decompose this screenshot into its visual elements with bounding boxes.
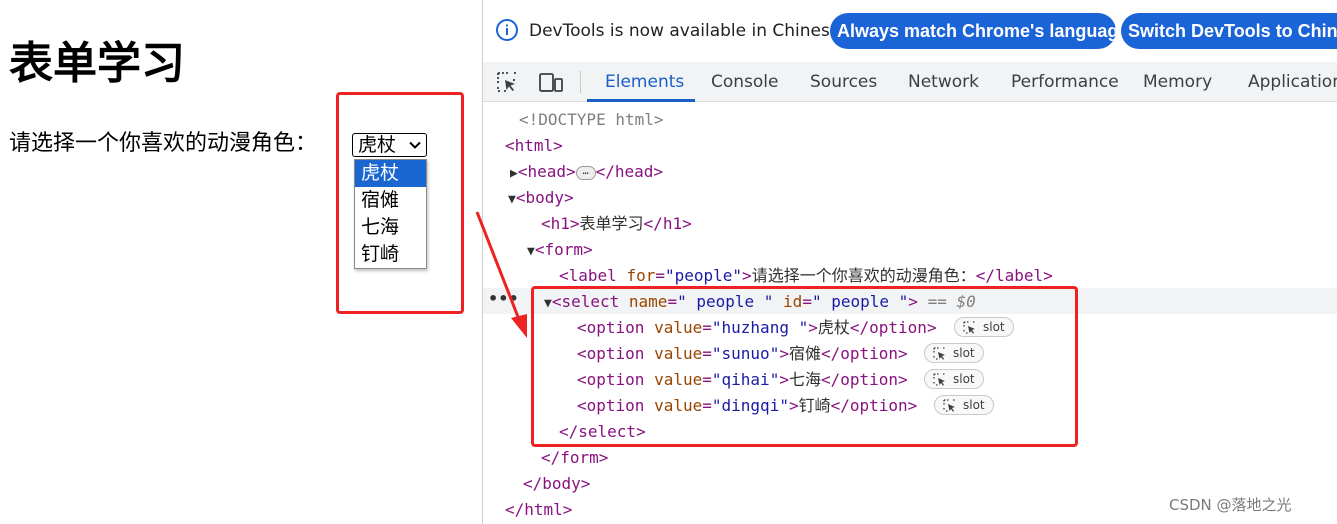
elements-dom-tree: ••• <!DOCTYPE html> <html> ▶<head>… </hea…	[483, 102, 1337, 524]
slot-badge[interactable]: slot	[924, 343, 984, 363]
watermark: CSDN @落地之光	[1169, 496, 1292, 514]
expand-arrow-icon[interactable]: ▶	[510, 166, 518, 181]
dom-node-head[interactable]: ▶<head>… </head>	[510, 159, 663, 185]
tab-separator	[580, 71, 581, 93]
dropdown-option[interactable]: 宿傩	[355, 187, 426, 214]
dom-node-html[interactable]: <html>	[505, 133, 563, 159]
collapsed-ellipsis-icon[interactable]: …	[575, 165, 596, 180]
dropdown-option[interactable]: 虎杖	[355, 160, 426, 187]
slot-badge[interactable]: slot	[924, 369, 984, 389]
page-title: 表单学习	[9, 38, 185, 89]
slot-badge[interactable]: slot	[954, 317, 1014, 337]
language-infobar: DevTools is now available in Chinese! Al…	[483, 0, 1337, 62]
info-icon	[496, 19, 518, 41]
always-match-language-button[interactable]: Always match Chrome's language	[830, 13, 1116, 49]
tab-network[interactable]: Network	[908, 62, 979, 102]
select-dropdown-list: 虎杖 宿傩 七海 钉崎	[354, 159, 427, 269]
devtools-panel: DevTools is now available in Chinese! Al…	[482, 0, 1337, 524]
people-label: 请选择一个你喜欢的动漫角色：	[9, 131, 318, 156]
inspect-element-icon[interactable]	[496, 71, 518, 93]
dom-node-form-close[interactable]: </form>	[541, 445, 608, 471]
tab-application[interactable]: Application	[1248, 62, 1337, 102]
slot-reveal-icon	[933, 373, 945, 386]
dom-node-h1[interactable]: <h1>表单学习</h1>	[541, 211, 692, 237]
dom-node-select-close[interactable]: </select>	[559, 419, 646, 445]
node-menu-icon[interactable]: •••	[488, 288, 519, 310]
rendered-page: 表单学习 请选择一个你喜欢的动漫角色： 虎杖 虎杖 宿傩 七海 钉崎	[0, 0, 482, 524]
dom-node-form[interactable]: ▼<form>	[527, 237, 593, 263]
dom-node-select[interactable]: ▼<select name=" people " id=" people "> …	[544, 289, 976, 315]
tab-performance[interactable]: Performance	[1011, 62, 1119, 102]
tab-console[interactable]: Console	[711, 62, 779, 102]
collapse-arrow-icon[interactable]: ▼	[527, 244, 535, 259]
chevron-down-icon	[409, 141, 421, 149]
dom-node-option[interactable]: <option value="dingqi">钉崎</option>	[577, 393, 917, 419]
slot-reveal-icon	[943, 399, 955, 412]
collapse-arrow-icon[interactable]: ▼	[544, 296, 552, 311]
collapse-arrow-icon[interactable]: ▼	[508, 192, 516, 207]
dom-node-option[interactable]: <option value="qihai">七海</option>	[577, 367, 908, 393]
dropdown-option[interactable]: 七海	[355, 214, 426, 241]
dom-node-body-close[interactable]: </body>	[523, 471, 590, 497]
dropdown-option[interactable]: 钉崎	[355, 241, 426, 268]
tab-memory[interactable]: Memory	[1143, 62, 1212, 102]
slot-badge[interactable]: slot	[934, 395, 994, 415]
device-toolbar-icon[interactable]	[538, 71, 564, 93]
dom-node-body[interactable]: ▼<body>	[508, 185, 574, 211]
dom-node-html-close[interactable]: </html>	[505, 497, 572, 523]
infobar-message: DevTools is now available in Chinese!	[529, 21, 848, 41]
select-current-value: 虎杖	[358, 134, 397, 156]
dom-node-label[interactable]: <label for="people">请选择一个你喜欢的动漫角色：</labe…	[559, 263, 1053, 289]
devtools-tabbar: Elements Console Sources Network Perform…	[483, 62, 1337, 102]
tab-elements[interactable]: Elements	[605, 62, 684, 102]
dom-node-doctype[interactable]: <!DOCTYPE html>	[519, 107, 664, 133]
dom-node-option[interactable]: <option value="huzhang ">虎杖</option>	[577, 315, 937, 341]
tab-sources[interactable]: Sources	[810, 62, 877, 102]
slot-reveal-icon	[933, 347, 945, 360]
switch-to-chinese-button[interactable]: Switch DevTools to Chinese	[1121, 13, 1337, 49]
people-select[interactable]: 虎杖	[352, 133, 427, 157]
dom-node-option[interactable]: <option value="sunuo">宿傩</option>	[577, 341, 908, 367]
slot-reveal-icon	[963, 321, 975, 334]
